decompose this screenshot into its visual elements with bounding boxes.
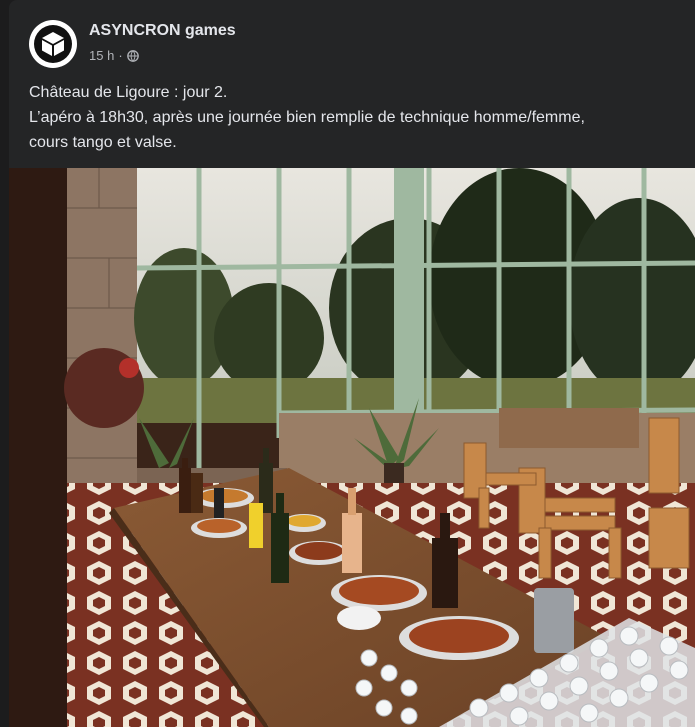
caption-line: cours tango et valse.: [29, 134, 177, 151]
caption-line: Château de Ligoure : jour 2.: [29, 84, 228, 101]
post-photo[interactable]: [9, 168, 695, 727]
page-name-link[interactable]: ASYNCRON games: [89, 22, 236, 40]
post-header: ASYNCRON games 15 h ·: [29, 20, 669, 70]
post-card: ASYNCRON games 15 h · Château de Ligoure…: [9, 0, 695, 727]
caption-line: L’apéro à 18h30, après une journée bien …: [29, 109, 585, 126]
post-caption: Château de Ligoure : jour 2. L’apéro à 1…: [29, 80, 679, 155]
page-avatar[interactable]: [29, 20, 77, 68]
meta-separator: ·: [118, 48, 123, 63]
post-timestamp[interactable]: 15 h: [89, 48, 114, 63]
post-meta: 15 h ·: [89, 48, 139, 63]
veranda-aperitif-photo: [9, 168, 695, 727]
cube-logo-icon: [34, 25, 72, 63]
globe-icon[interactable]: [126, 49, 139, 62]
